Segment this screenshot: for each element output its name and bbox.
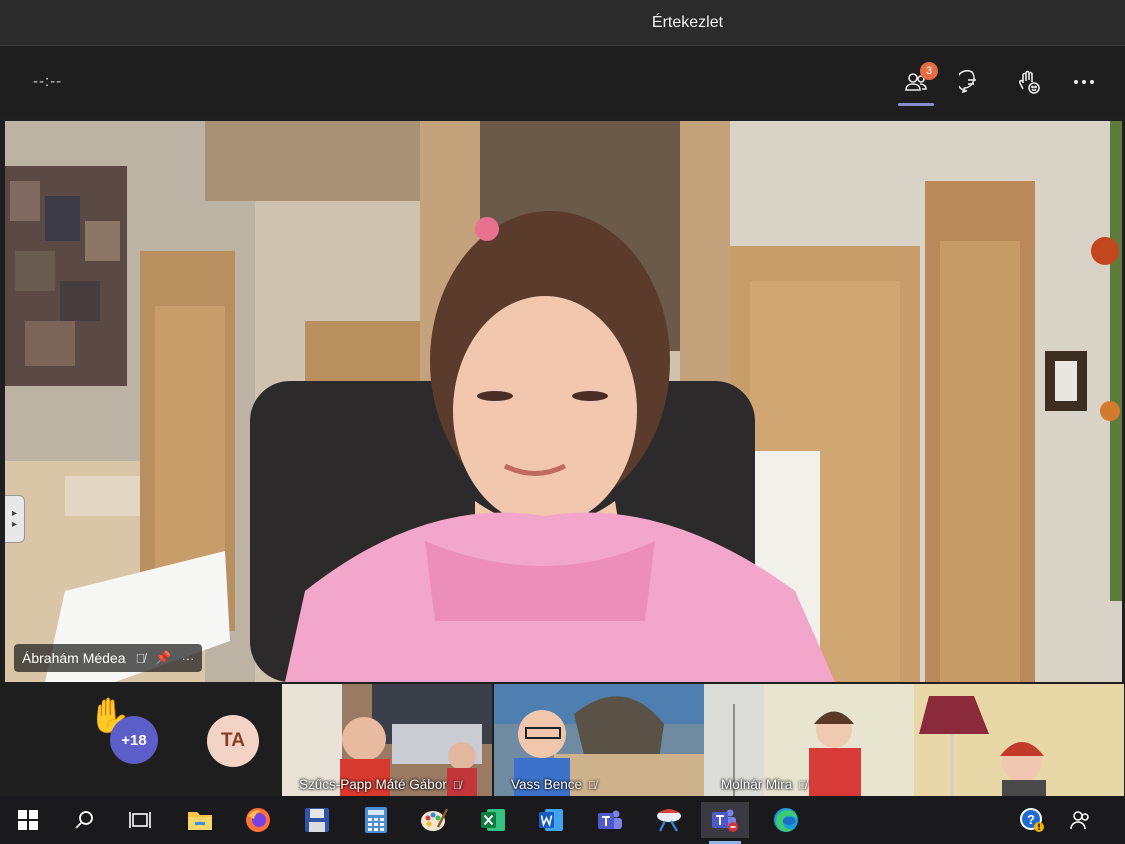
task-view-icon [129, 812, 151, 828]
participant-name: Szűcs-Papp Máté Gábor 🎙̸ [299, 777, 462, 792]
file-explorer-button[interactable] [176, 802, 224, 838]
chat-icon [959, 69, 976, 94]
pin-icon[interactable]: 📌 [155, 650, 171, 666]
calculator-icon [365, 807, 387, 833]
help-icon: ? [1020, 808, 1044, 832]
more-options-button[interactable] [1064, 64, 1104, 100]
raise-hand-icon [1019, 70, 1040, 94]
teams-active-button[interactable] [701, 802, 749, 844]
edge-button[interactable] [762, 802, 810, 838]
speaker-name-chip: Ábrahám Médea 🎙̸ 📌 ··· [14, 644, 203, 672]
more-icon[interactable]: ··· [181, 651, 194, 666]
excel-icon [481, 809, 505, 831]
participant-avatar[interactable]: TA [207, 715, 259, 767]
side-panel-handle[interactable]: ▸▸ [5, 495, 25, 543]
window-title: Értekezlet [651, 14, 724, 31]
word-button[interactable] [527, 802, 575, 838]
participant-strip: ✋ +18 TA Szűcs-Papp Máté Gábor 🎙̸ Vass Be… [0, 684, 1125, 796]
mic-muted-icon: 🎙̸ [452, 780, 462, 792]
paint-button[interactable] [410, 802, 458, 838]
participant-tile[interactable]: Szűcs-Papp Máté Gábor 🎙̸ [282, 684, 492, 796]
firefox-button[interactable] [234, 802, 282, 838]
main-video-feed[interactable]: ▸▸ Ábrahám Médea 🎙̸ 📌 ··· [5, 121, 1122, 682]
excel-button[interactable] [469, 802, 517, 838]
meeting-timer: --:-- [33, 73, 63, 90]
save-app-icon [305, 808, 329, 832]
mic-muted-icon: 🎙̸ [798, 780, 807, 792]
participants-count-badge: 3 [920, 62, 938, 80]
participant-tile[interactable] [914, 684, 1124, 796]
windows-start-button[interactable] [4, 802, 52, 838]
teams-icon [598, 810, 622, 829]
people-icon [1070, 811, 1089, 830]
participant-video [914, 684, 1124, 796]
help-button[interactable]: ? [1008, 802, 1056, 838]
snip-icon [657, 809, 681, 832]
firefox-icon [246, 808, 270, 832]
word-icon [539, 809, 563, 831]
people-tray-button[interactable] [1056, 802, 1104, 838]
participants-button[interactable]: 3 [896, 62, 938, 106]
mic-muted-icon: 🎙̸ [135, 650, 146, 666]
save-app-button[interactable] [293, 802, 341, 838]
participant-tile[interactable]: Vass Bence 🎙̸ [494, 684, 704, 796]
meeting-toolbar: --:-- 3 [0, 46, 1125, 118]
video-frame [5, 121, 1122, 682]
file-explorer-icon [188, 812, 212, 830]
chat-button[interactable] [952, 64, 992, 100]
paint-icon [421, 808, 448, 831]
svg-text:?: ? [1027, 812, 1035, 827]
search-button[interactable] [60, 802, 108, 838]
participant-name: Molnár Mira 🎙̸ [721, 777, 807, 792]
windows-start-icon [18, 810, 38, 830]
raise-hand-button[interactable] [1008, 64, 1048, 100]
edge-icon [774, 808, 798, 832]
overflow-participants-button[interactable]: +18 [110, 716, 158, 764]
participant-name: Vass Bence 🎙̸ [511, 777, 597, 792]
calculator-button[interactable] [352, 802, 400, 838]
participant-tile[interactable]: Molnár Mira 🎙̸ [704, 684, 914, 796]
teams-active-icon [712, 809, 738, 832]
title-bar: Értekezlet [0, 0, 1125, 46]
snip-button[interactable] [645, 802, 693, 838]
mic-muted-icon: 🎙̸ [588, 780, 597, 792]
speaker-name: Ábrahám Médea [22, 650, 126, 666]
search-icon [75, 811, 93, 829]
windows-taskbar: ? [0, 796, 1125, 844]
teams-button[interactable] [586, 802, 634, 838]
task-view-button[interactable] [116, 802, 164, 838]
more-icon [1074, 80, 1094, 84]
